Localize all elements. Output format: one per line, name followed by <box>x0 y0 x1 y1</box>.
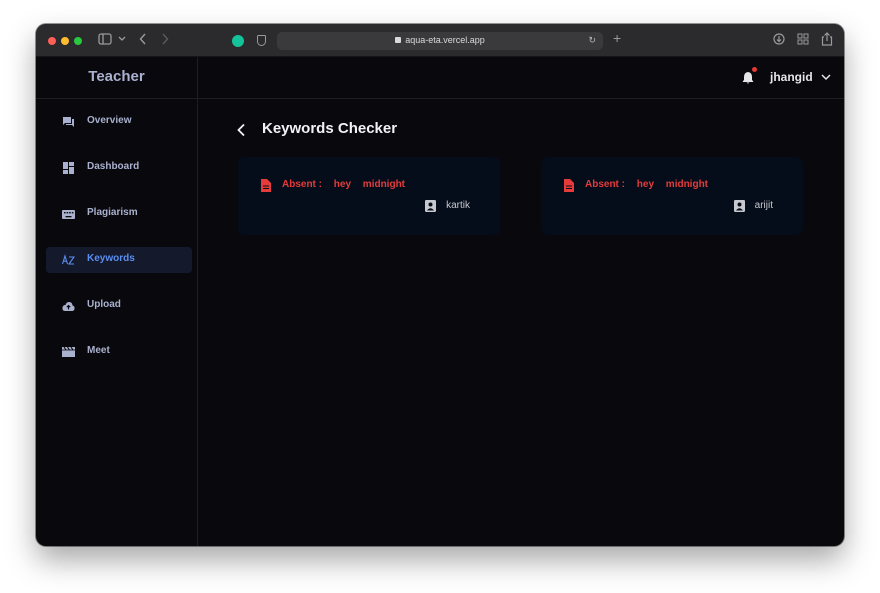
browser-toolbar: aqua-eta.vercel.app ↻ + <box>36 24 844 57</box>
document-icon <box>261 179 271 192</box>
student-name: kartik <box>446 200 470 211</box>
absent-label: Absent : <box>585 179 625 190</box>
minimize-window-button[interactable] <box>61 37 69 45</box>
sidebar-item-plagiarism[interactable]: Plagiarism <box>46 201 192 227</box>
back-icon[interactable] <box>139 33 147 48</box>
url-text: aqua-eta.vercel.app <box>405 35 485 45</box>
keyword-result-card[interactable]: Absent : hey midnight arijit <box>541 157 803 235</box>
dashboard-icon <box>63 162 74 174</box>
absent-label: Absent : <box>282 179 322 190</box>
forward-icon[interactable] <box>161 33 169 48</box>
divider <box>36 98 198 99</box>
maximize-window-button[interactable] <box>74 37 82 45</box>
sidebar: Teacher Overview Dashboard Plagiarism Ke… <box>36 57 198 546</box>
sidebar-item-label: Upload <box>87 299 121 310</box>
app-header: jhangid <box>198 57 844 99</box>
sidebar-item-label: Dashboard <box>87 161 140 172</box>
keyword: midnight <box>362 179 406 190</box>
sidebar-item-keywords[interactable]: Keywords <box>46 247 192 273</box>
notifications-bell-icon[interactable] <box>742 71 754 84</box>
sidebar-item-label: Keywords <box>87 253 135 264</box>
sidebar-item-upload[interactable]: Upload <box>46 293 192 319</box>
document-icon <box>564 179 574 192</box>
sidebar-item-meet[interactable]: Meet <box>46 339 192 365</box>
movie-icon <box>62 346 75 357</box>
absent-keywords: Absent : hey midnight <box>585 179 712 190</box>
shield-icon[interactable] <box>257 35 266 46</box>
notification-badge <box>752 67 757 72</box>
reload-icon[interactable]: ↻ <box>588 35 596 46</box>
close-window-button[interactable] <box>48 37 56 45</box>
sidebar-item-overview[interactable]: Overview <box>46 109 192 135</box>
tab-overview-icon[interactable] <box>797 33 809 48</box>
sidebar-item-label: Overview <box>87 115 132 126</box>
keyboard-icon <box>62 210 75 219</box>
new-tab-icon[interactable]: + <box>613 31 621 45</box>
keyword: hey <box>636 179 655 190</box>
cloud-upload-icon <box>62 301 75 311</box>
brand-title: Teacher <box>88 68 145 85</box>
sort-by-alpha-icon <box>62 254 75 265</box>
user-menu-name[interactable]: jhangid <box>770 70 813 84</box>
keyword-result-card[interactable]: Absent : hey midnight kartik <box>238 157 500 235</box>
student-badge-icon <box>734 200 745 212</box>
student-badge-icon <box>425 200 436 212</box>
keyword: midnight <box>665 179 709 190</box>
address-bar[interactable]: aqua-eta.vercel.app ↻ <box>277 32 603 50</box>
chevron-down-icon[interactable] <box>821 72 831 82</box>
download-icon[interactable] <box>773 33 785 48</box>
lock-icon <box>395 37 402 43</box>
sidebar-item-label: Plagiarism <box>87 207 138 218</box>
sidebar-item-label: Meet <box>87 345 110 356</box>
sidebar-item-dashboard[interactable]: Dashboard <box>46 155 192 181</box>
grammarly-extension-icon[interactable] <box>232 35 244 47</box>
page-title: Keywords Checker <box>262 120 398 137</box>
forum-icon <box>63 117 74 127</box>
chevron-down-icon[interactable] <box>118 33 126 48</box>
absent-keywords: Absent : hey midnight <box>282 179 409 190</box>
browser-window: aqua-eta.vercel.app ↻ + Teacher Overview… <box>36 24 844 546</box>
student-name: arijit <box>754 200 773 211</box>
keyword: hey <box>333 179 352 190</box>
back-arrow-icon[interactable] <box>236 123 246 137</box>
share-icon[interactable] <box>821 32 833 49</box>
sidebar-toggle-icon[interactable] <box>98 33 112 48</box>
